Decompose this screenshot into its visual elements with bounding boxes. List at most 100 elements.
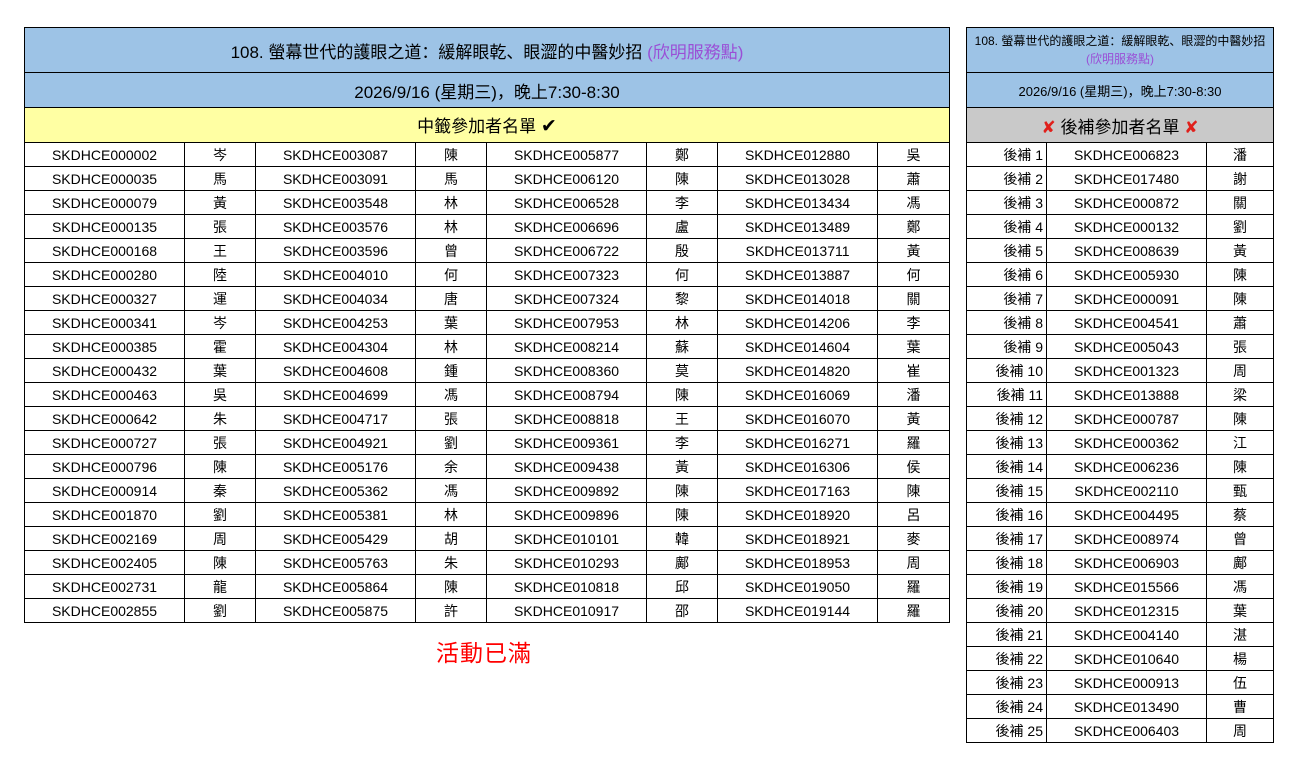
table-row: 後補 25 SKDHCE006403 周 <box>966 718 1275 743</box>
participant-surname: 麥 <box>877 526 950 551</box>
event-date: 2026/9/16 (星期三)，晚上7:30-8:30 <box>24 72 950 108</box>
participant-id: SKDHCE004699 <box>255 382 416 407</box>
participant-surname: 陳 <box>646 478 718 503</box>
participant-surname: 林 <box>415 502 487 527</box>
participant-surname: 何 <box>415 262 487 287</box>
participant-id: SKDHCE005875 <box>255 598 416 623</box>
participant-id: SKDHCE014820 <box>717 358 878 383</box>
participant-surname: 周 <box>877 550 950 575</box>
participant-id: SKDHCE000280 <box>24 262 185 287</box>
participant-id: SKDHCE004608 <box>255 358 416 383</box>
participant-surname: 盧 <box>646 214 718 239</box>
participant-surname: 劉 <box>415 430 487 455</box>
participant-surname: 曾 <box>1205 526 1275 551</box>
participant-surname: 韓 <box>646 526 718 551</box>
participant-id: SKDHCE003548 <box>255 190 416 215</box>
participant-id: SKDHCE000914 <box>24 478 185 503</box>
participant-surname: 鄭 <box>646 142 718 167</box>
participant-id: SKDHCE013888 <box>1046 382 1207 407</box>
waitlist-rank: 後補 22 <box>966 646 1047 671</box>
participant-id: SKDHCE008639 <box>1046 238 1207 263</box>
participant-surname: 邱 <box>646 574 718 599</box>
participant-id: SKDHCE019050 <box>717 574 878 599</box>
table-row: SKDHCE000914 秦 SKDHCE005362 馮 SKDHCE009892 陳 S… <box>24 478 950 503</box>
waitlist-location-label: (欣明服務點) <box>1086 52 1154 66</box>
participant-surname: 關 <box>1205 190 1275 215</box>
participant-surname: 葉 <box>877 334 950 359</box>
participant-surname: 羅 <box>877 430 950 455</box>
participant-surname: 何 <box>646 262 718 287</box>
waitlist-rank: 後補 16 <box>966 502 1047 527</box>
participant-surname: 楊 <box>1205 646 1275 671</box>
participant-surname: 陳 <box>1205 454 1275 479</box>
waitlist-label: 後補參加者名單 <box>1060 117 1180 137</box>
participant-id: SKDHCE006120 <box>486 166 647 191</box>
participant-surname: 秦 <box>184 478 256 503</box>
winners-table: 108. 螢幕世代的護眼之道：緩解眼乾、眼澀的中醫妙招 (欣明服務點) 2026… <box>24 27 950 623</box>
table-row: SKDHCE002405 陳 SKDHCE005763 朱 SKDHCE010293 鄺 S… <box>24 550 950 575</box>
table-row: 後補 20 SKDHCE012315 葉 <box>966 598 1275 623</box>
participant-id: SKDHCE005362 <box>255 478 416 503</box>
participant-id: SKDHCE000362 <box>1046 430 1207 455</box>
participant-id: SKDHCE004304 <box>255 334 416 359</box>
participant-id: SKDHCE015566 <box>1046 574 1207 599</box>
participant-surname: 岑 <box>184 310 256 335</box>
participant-surname: 王 <box>184 238 256 263</box>
participant-id: SKDHCE009438 <box>486 454 647 479</box>
table-row: 後補 10 SKDHCE001323 周 <box>966 358 1275 383</box>
participant-surname: 陳 <box>646 382 718 407</box>
waitlist-rank: 後補 17 <box>966 526 1047 551</box>
participant-id: SKDHCE000463 <box>24 382 185 407</box>
participant-id: SKDHCE008214 <box>486 334 647 359</box>
participant-id: SKDHCE010293 <box>486 550 647 575</box>
participant-surname: 林 <box>415 190 487 215</box>
participant-surname: 黃 <box>646 454 718 479</box>
table-row: 後補 18 SKDHCE006903 鄺 <box>966 550 1275 575</box>
participant-id: SKDHCE013490 <box>1046 694 1207 719</box>
participant-id: SKDHCE003576 <box>255 214 416 239</box>
participant-surname: 朱 <box>184 406 256 431</box>
participant-surname: 吳 <box>877 142 950 167</box>
participant-id: SKDHCE006903 <box>1046 550 1207 575</box>
participant-surname: 黃 <box>184 190 256 215</box>
table-row: 後補 14 SKDHCE006236 陳 <box>966 454 1275 479</box>
waitlist-rank: 後補 4 <box>966 214 1047 239</box>
participant-surname: 陸 <box>184 262 256 287</box>
table-row: 後補 11 SKDHCE013888 梁 <box>966 382 1275 407</box>
participant-surname: 陳 <box>1205 406 1275 431</box>
participant-id: SKDHCE008818 <box>486 406 647 431</box>
participant-id: SKDHCE009361 <box>486 430 647 455</box>
participant-id: SKDHCE007323 <box>486 262 647 287</box>
participant-surname: 曾 <box>415 238 487 263</box>
participant-id: SKDHCE013434 <box>717 190 878 215</box>
participant-surname: 王 <box>646 406 718 431</box>
participant-id: SKDHCE000079 <box>24 190 185 215</box>
participant-surname: 馮 <box>415 478 487 503</box>
table-row: SKDHCE000135 張 SKDHCE003576 林 SKDHCE006696 盧 S… <box>24 214 950 239</box>
participant-id: SKDHCE016306 <box>717 454 878 479</box>
participant-id: SKDHCE005381 <box>255 502 416 527</box>
waitlist-rank: 後補 23 <box>966 670 1047 695</box>
participant-id: SKDHCE008360 <box>486 358 647 383</box>
table-row: 後補 8 SKDHCE004541 蕭 <box>966 310 1275 335</box>
participant-surname: 陳 <box>646 502 718 527</box>
participant-id: SKDHCE009896 <box>486 502 647 527</box>
participant-id: SKDHCE000727 <box>24 430 185 455</box>
table-row: 後補 7 SKDHCE000091 陳 <box>966 286 1275 311</box>
waitlist-event-date: 2026/9/16 (星期三)，晚上7:30-8:30 <box>965 72 1275 108</box>
participant-id: SKDHCE004034 <box>255 286 416 311</box>
table-row: SKDHCE002169 周 SKDHCE005429 胡 SKDHCE010101 韓 S… <box>24 526 950 551</box>
participant-id: SKDHCE017163 <box>717 478 878 503</box>
table-row: 後補 9 SKDHCE005043 張 <box>966 334 1275 359</box>
participant-id: SKDHCE000168 <box>24 238 185 263</box>
participant-id: SKDHCE004541 <box>1046 310 1207 335</box>
table-row: SKDHCE000463 吳 SKDHCE004699 馮 SKDHCE008794 陳 S… <box>24 382 950 407</box>
waitlist-rank: 後補 1 <box>966 142 1047 167</box>
participant-surname: 張 <box>1205 334 1275 359</box>
waitlist-title-text: 108. 螢幕世代的護眼之道：緩解眼乾、眼澀的中醫妙招 <box>974 34 1266 48</box>
participant-id: SKDHCE008974 <box>1046 526 1207 551</box>
waitlist-rank: 後補 19 <box>966 574 1047 599</box>
waitlist-rank: 後補 18 <box>966 550 1047 575</box>
participant-id: SKDHCE006722 <box>486 238 647 263</box>
participant-surname: 馬 <box>415 166 487 191</box>
